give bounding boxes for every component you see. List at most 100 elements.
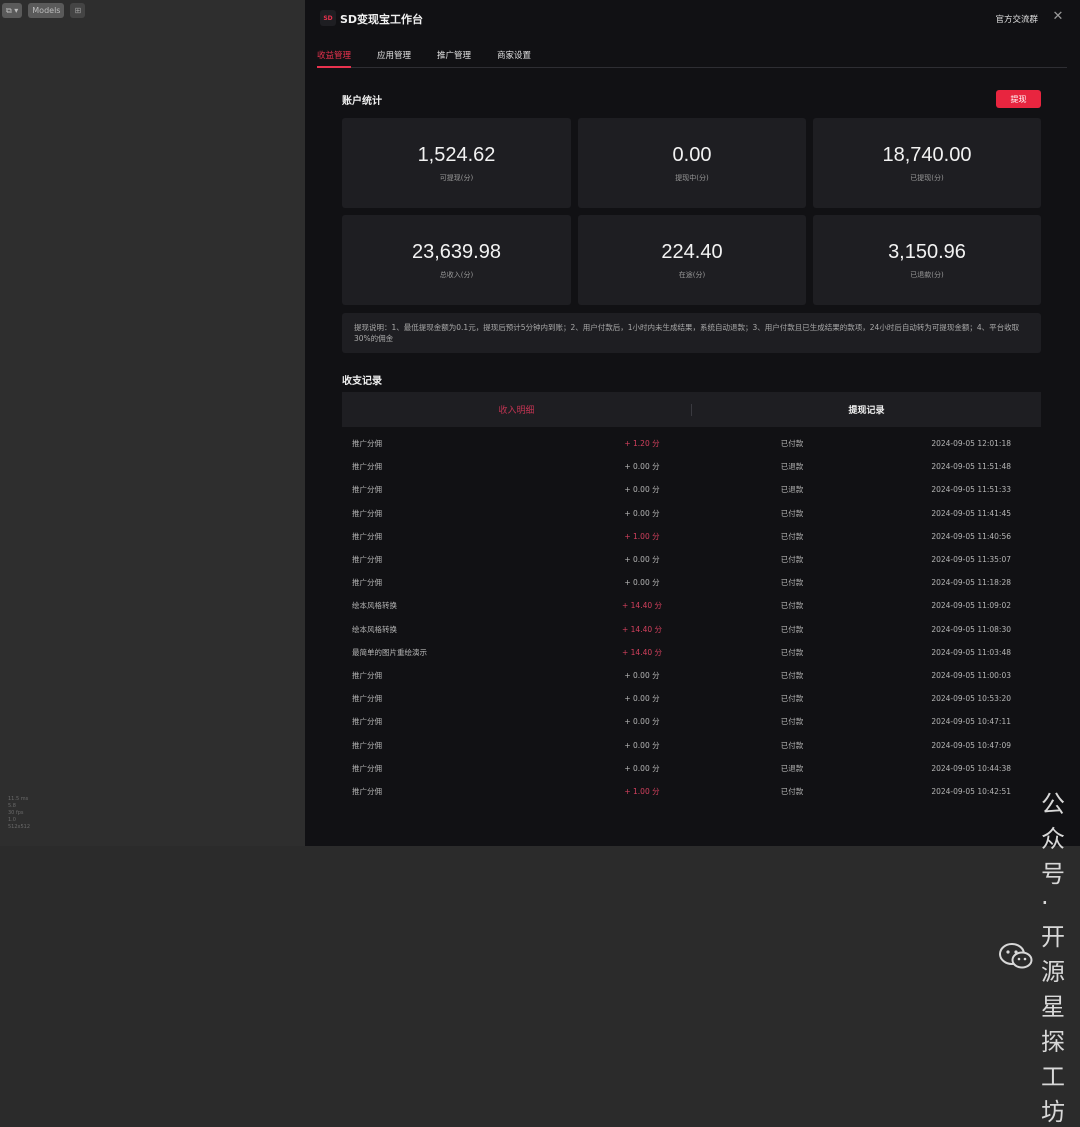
record-time: 2024-09-05 10:44:38: [931, 763, 1011, 773]
perf-line: 512x512: [8, 824, 31, 830]
main-tabs: 收益管理 应用管理 推广管理 商家设置: [317, 46, 1067, 68]
table-row: 最简单的图片重绘演示 + 14.40 分 已付款 2024-09-05 11:03:4…: [342, 641, 1041, 664]
tab-promotion-management[interactable]: 推广管理: [437, 46, 471, 68]
record-amount: + 1.00 分: [624, 531, 660, 541]
record-time: 2024-09-05 11:08:30: [931, 624, 1011, 634]
tab-withdraw-records[interactable]: 提现记录: [692, 403, 1041, 416]
background-canvas-area: [0, 0, 305, 846]
record-name: 绘本风格转换: [352, 601, 397, 611]
tab-app-management[interactable]: 应用管理: [377, 46, 411, 68]
record-time: 2024-09-05 12:01:18: [931, 439, 1011, 449]
record-time: 2024-09-05 11:40:56: [931, 531, 1011, 541]
record-status: 已付款: [780, 624, 804, 634]
table-row: 推广分佣 + 1.20 分 已付款 2024-09-05 12:01:18: [342, 432, 1041, 455]
record-amount: + 14.40 分: [621, 647, 663, 657]
record-status: 已付款: [780, 601, 804, 611]
record-status: 已付款: [780, 531, 804, 541]
record-name: 推广分佣: [352, 694, 382, 704]
record-amount: + 0.00 分: [624, 740, 660, 750]
record-status: 已付款: [780, 647, 804, 657]
record-status: 已付款: [780, 555, 804, 565]
records-list: 推广分佣 + 1.20 分已付款 2024-09-05 12:01:18 推广分佣 + …: [342, 432, 1041, 803]
record-amount: + 0.00 分: [624, 763, 660, 773]
record-name: 推广分佣: [352, 531, 382, 541]
record-amount: + 0.00 分: [624, 555, 660, 565]
panel-header: SD SD变现宝工作台 官方交流群 ✕: [305, 0, 1080, 38]
stat-label: 可提现(分): [439, 173, 474, 182]
stat-card-refunded: 3,150.96 已退款(分): [813, 215, 1041, 305]
record-name: 推广分佣: [352, 462, 382, 472]
table-row: 推广分佣 + 1.00 分 已付款 2024-09-05 11:40:56: [342, 525, 1041, 548]
table-row: 推广分佣 + 0.00 分 已付款 2024-09-05 11:00:03: [342, 664, 1041, 687]
record-amount: + 1.00 分: [624, 786, 660, 796]
perf-stats: 11.5 ms 5.8 30 fps 1.0 512x512: [8, 796, 30, 831]
record-name: 推广分佣: [352, 485, 382, 495]
tab-merchant-settings[interactable]: 商家设置: [497, 46, 531, 68]
withdraw-note: 提现说明：1、最低提现金额为0.1元，提现后预计5分钟内到账；2、用户付款后，1…: [342, 313, 1041, 353]
record-amount: + 14.40 分: [621, 601, 663, 611]
panel-title: SD变现宝工作台: [340, 13, 424, 26]
record-time: 2024-09-05 10:53:20: [931, 694, 1011, 704]
stat-card-withdrawing: 0.00 提现中(分): [578, 118, 806, 208]
record-amount: + 1.20 分: [624, 439, 660, 449]
close-icon[interactable]: ✕: [1051, 9, 1065, 27]
record-amount: + 0.00 分: [624, 485, 660, 495]
record-amount: + 0.00 分: [624, 578, 660, 588]
withdraw-button[interactable]: 提现: [996, 90, 1041, 108]
record-time: 2024-09-05 11:09:02: [931, 601, 1011, 611]
account-stats-title: 账户统计: [342, 96, 382, 107]
stat-value: 224.40: [661, 240, 723, 263]
table-row: 推广分佣 + 0.00 分 已付款 2024-09-05 11:35:07: [342, 548, 1041, 571]
grid-button[interactable]: ⊞: [70, 3, 86, 18]
table-row: 推广分佣 + 0.00 分 已退款 2024-09-05 11:51:33: [342, 478, 1041, 501]
models-button[interactable]: Models: [28, 3, 65, 18]
tab-income-details[interactable]: 收入明细: [342, 403, 691, 416]
stat-card-in-transit: 224.40 在途(分): [578, 215, 806, 305]
layout-toggle-button[interactable]: ⧉ ▾: [2, 3, 23, 18]
record-name: 推广分佣: [352, 578, 382, 588]
watermark: 公众号 · 开源星探工坊: [999, 784, 1080, 1127]
record-name: 推广分佣: [352, 508, 382, 518]
record-time: 2024-09-05 11:35:07: [931, 555, 1011, 565]
record-amount: + 0.00 分: [624, 670, 660, 680]
stat-label: 提现中(分): [675, 173, 709, 182]
record-name: 推广分佣: [352, 439, 382, 449]
table-row: 推广分佣 + 0.00 分 已付款 2024-09-05 11:41:45: [342, 502, 1041, 525]
table-row: 推广分佣 + 0.00 分 已退款 2024-09-05 10:44:38: [342, 757, 1041, 780]
stat-value: 0.00: [672, 143, 712, 166]
record-status: 已付款: [780, 786, 804, 796]
record-status: 已退款: [780, 462, 804, 472]
perf-line: 11.5 ms: [8, 796, 29, 802]
record-status: 已付款: [780, 740, 804, 750]
records-tabs: 收入明细 提现记录: [342, 392, 1041, 427]
perf-line: 1.0: [8, 817, 16, 823]
wechat-icon: [999, 942, 1033, 969]
stats-grid: 1,524.62 可提现(分) 0.00 提现中(分) 18,740.00 已提…: [342, 118, 1041, 305]
app-logo: SD: [320, 10, 336, 26]
stat-card-withdrawn: 18,740.00 已提现(分): [813, 118, 1041, 208]
record-status: 已付款: [780, 694, 804, 704]
record-name: 推广分佣: [352, 740, 382, 750]
record-time: 2024-09-05 11:41:45: [931, 508, 1011, 518]
stat-label: 总收入(分): [439, 270, 474, 279]
record-amount: + 0.00 分: [624, 508, 660, 518]
stat-label: 已退款(分): [910, 270, 944, 279]
record-time: 2024-09-05 10:47:11: [931, 717, 1011, 727]
left-toolbar: ⧉ ▾ Models ⊞: [2, 3, 86, 18]
record-amount: + 0.00 分: [624, 462, 660, 472]
table-row: 推广分佣 + 0.00 分 已付款 2024-09-05 10:47:11: [342, 710, 1041, 733]
stat-card-withdrawable: 1,524.62 可提现(分): [342, 118, 571, 208]
official-group-link[interactable]: 官方交流群: [995, 13, 1038, 25]
record-time: 2024-09-05 11:00:03: [931, 670, 1011, 680]
record-amount: + 0.00 分: [624, 717, 660, 727]
record-status: 已付款: [780, 439, 804, 449]
record-time: 2024-09-05 10:47:09: [931, 740, 1011, 750]
table-row: 推广分佣 + 0.00 分 已付款 2024-09-05 10:47:09: [342, 733, 1041, 756]
stat-card-total-income: 23,639.98 总收入(分): [342, 215, 571, 305]
record-amount: + 0.00 分: [624, 694, 660, 704]
record-time: 2024-09-05 11:03:48: [931, 647, 1011, 657]
table-row: 绘本风格转换 + 14.40 分 已付款 2024-09-05 11:09:02: [342, 594, 1041, 617]
tab-income-management[interactable]: 收益管理: [317, 46, 352, 68]
record-time: 2024-09-05 11:51:33: [931, 485, 1011, 495]
record-status: 已退款: [780, 485, 804, 495]
